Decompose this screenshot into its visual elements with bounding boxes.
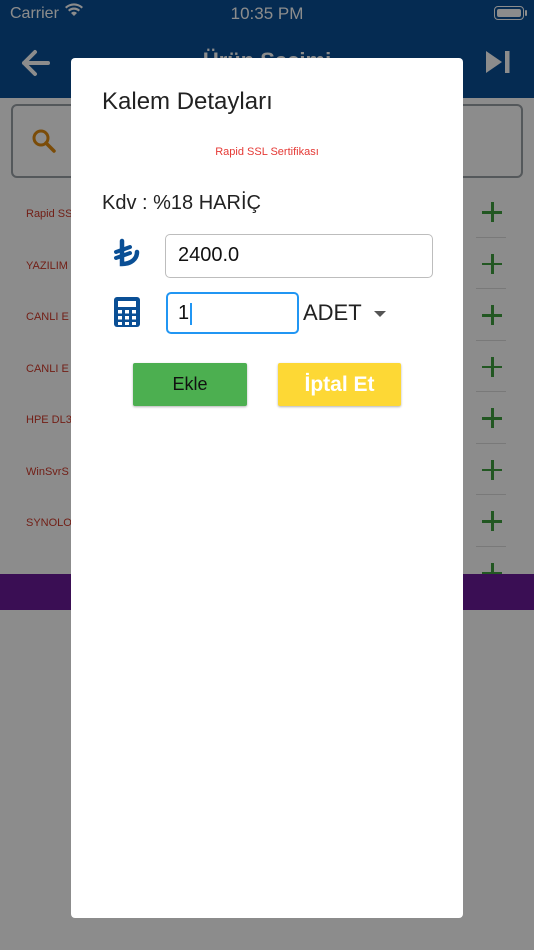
quantity-field[interactable]: 1 <box>166 292 299 334</box>
caret-down-icon <box>374 311 386 317</box>
unit-dropdown[interactable]: ADET <box>303 298 386 328</box>
add-button[interactable]: Ekle <box>133 363 247 406</box>
item-details-dialog: Kalem Detayları Rapid SSL Sertifikası Kd… <box>71 58 463 918</box>
dialog-title: Kalem Detayları <box>102 88 273 115</box>
text-cursor <box>190 302 192 325</box>
lira-icon <box>113 238 141 275</box>
quantity-value: 1 <box>178 302 190 324</box>
product-name: Rapid SSL Sertifikası <box>215 146 319 158</box>
calculator-icon <box>113 296 141 333</box>
vat-info: Kdv : %18 HARİÇ <box>102 192 261 214</box>
cancel-button[interactable]: İptal Et <box>278 363 401 406</box>
unit-selected: ADET <box>303 300 362 325</box>
price-field[interactable]: 2400.0 <box>165 234 433 278</box>
